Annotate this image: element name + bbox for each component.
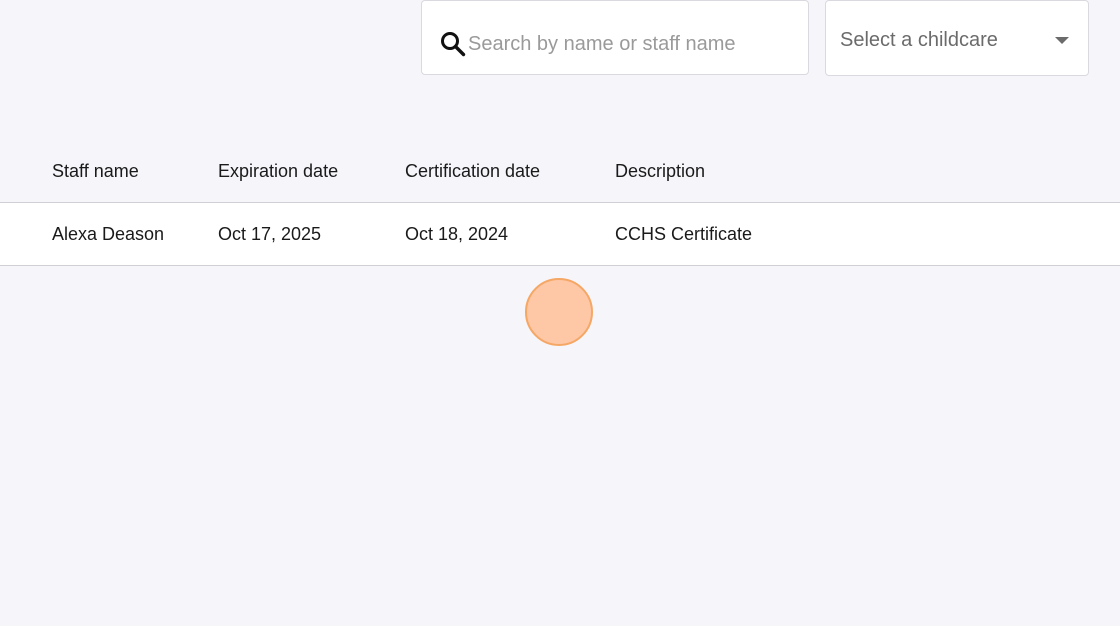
column-header-description[interactable]: Description (615, 161, 705, 182)
column-header-staff-name[interactable]: Staff name (52, 161, 139, 182)
cell-staff-name: Alexa Deason (52, 224, 165, 244)
chevron-down-icon[interactable] (1055, 37, 1069, 44)
table-header: Staff name Expiration date Certification… (0, 141, 1120, 203)
cursor-indicator (525, 278, 593, 346)
column-header-expiration-date[interactable]: Expiration date (218, 161, 338, 182)
childcare-select-label: Select a childcare (840, 29, 998, 51)
table-row[interactable]: Alexa Deason Oct 17, 2025 Oct 18, 2024 C… (0, 203, 1120, 266)
cell-description: CCHS Certificate (615, 224, 753, 244)
search-box[interactable] (421, 0, 809, 75)
cell-certification-date: Oct 18, 2024 (405, 224, 509, 244)
column-header-certification-date[interactable]: Certification date (405, 161, 540, 182)
childcare-select[interactable]: Select a childcare (825, 0, 1089, 76)
cell-expiration-date: Oct 17, 2025 (218, 224, 322, 244)
search-input[interactable] (468, 27, 798, 61)
search-icon (441, 32, 466, 57)
